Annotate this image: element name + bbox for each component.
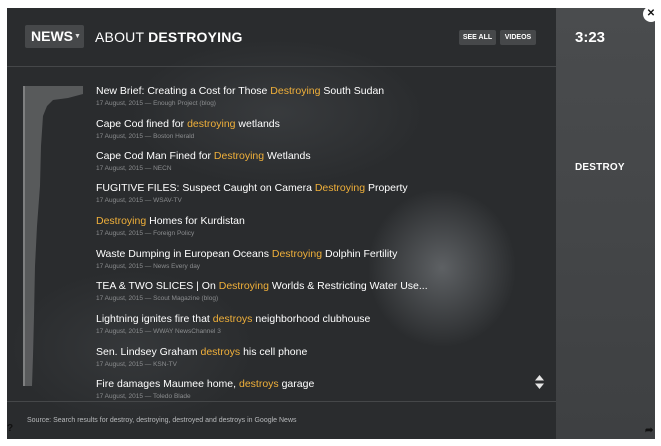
- title-text: his cell phone: [240, 346, 308, 358]
- highlighted-term: destroying: [187, 118, 236, 130]
- item-meta: 17 August, 2015 — Foreign Policy: [96, 230, 195, 237]
- page-title: ABOUT DESTROYING: [95, 29, 243, 45]
- title-text: Cape Cod fined for: [96, 118, 188, 130]
- title-text: New Brief: Creating a Cost for Those: [96, 85, 271, 97]
- footer-divider: [7, 401, 556, 402]
- side-panel: [556, 8, 655, 439]
- list-item[interactable]: FUGITIVE FILES: Suspect Caught on Camera…: [96, 182, 536, 205]
- title-text: Worlds & Restricting Water Use...: [268, 280, 428, 292]
- time-display: 3:23: [575, 29, 606, 46]
- title-text: Waste Dumping in European Oceans: [96, 248, 272, 260]
- word-frequency-visualization: [23, 86, 83, 386]
- close-icon[interactable]: ✕: [643, 6, 659, 22]
- list-item[interactable]: Sen. Lindsey Graham destroys his cell ph…: [96, 346, 536, 369]
- news-window: NEWS ▼ ABOUT DESTROYING SEE ALL VIDEOS 3…: [7, 8, 655, 439]
- news-label: NEWS: [31, 28, 73, 44]
- item-meta: 17 August, 2015 — Toledo Blade: [96, 393, 191, 400]
- highlighted-term: Destroying: [96, 215, 147, 227]
- title-text: Sen. Lindsey Graham: [96, 346, 201, 358]
- videos-button[interactable]: VIDEOS: [500, 30, 536, 45]
- highlighted-term: Destroying: [218, 280, 269, 292]
- highlighted-term: Destroying: [271, 248, 323, 260]
- item-title[interactable]: Destroying Homes for Kurdistan: [96, 215, 536, 228]
- highlighted-term: destroys: [238, 378, 279, 390]
- item-meta: 17 August, 2015 — WWAY NewsChannel 3: [96, 328, 221, 335]
- highlighted-term: destroys: [212, 313, 253, 325]
- list-item[interactable]: Cape Cod fined for destroying wetlands 1…: [96, 118, 536, 141]
- list-item[interactable]: Destroying Homes for Kurdistan 17 August…: [96, 215, 536, 238]
- news-menu-button[interactable]: NEWS ▼: [25, 25, 84, 48]
- title-text: TEA & TWO SLICES | On: [96, 280, 219, 292]
- title-text: Fire damages Maumee home,: [96, 378, 239, 390]
- item-meta: 17 August, 2015 — News Every day: [96, 263, 201, 270]
- item-meta: 17 August, 2015 — Scout Magazine (blog): [96, 295, 219, 302]
- question-icon[interactable]: ?: [7, 423, 13, 434]
- item-meta: 17 August, 2015 — WSAV-TV: [96, 197, 182, 204]
- title-text: Wetlands: [264, 150, 311, 162]
- header-bar: NEWS ▼ ABOUT DESTROYING SEE ALL VIDEOS: [7, 8, 556, 67]
- title-text: wetlands: [235, 118, 280, 130]
- title-text: garage: [278, 378, 315, 390]
- item-title[interactable]: New Brief: Creating a Cost for Those Des…: [96, 85, 536, 98]
- highlighted-term: Destroying: [314, 182, 366, 194]
- item-meta: 17 August, 2015 — KSN-TV: [96, 361, 177, 368]
- highlighted-term: destroys: [200, 346, 241, 358]
- item-title[interactable]: Lightning ignites fire that destroys nei…: [96, 313, 536, 326]
- title-term: DESTROYING: [148, 29, 243, 45]
- list-item[interactable]: Cape Cod Man Fined for Destroying Wetlan…: [96, 150, 536, 173]
- item-title[interactable]: Waste Dumping in European Oceans Destroy…: [96, 248, 536, 261]
- source-note: Source: Search results for destroy, dest…: [27, 417, 297, 424]
- item-title[interactable]: Cape Cod fined for destroying wetlands: [96, 118, 536, 131]
- title-text: Cape Cod Man Fined for: [96, 150, 214, 162]
- list-item[interactable]: Waste Dumping in European Oceans Destroy…: [96, 248, 536, 271]
- item-title[interactable]: Fire damages Maumee home, destroys garag…: [96, 378, 536, 391]
- list-item[interactable]: New Brief: Creating a Cost for Those Des…: [96, 85, 536, 108]
- item-meta: 17 August, 2015 — NECN: [96, 165, 172, 172]
- item-title[interactable]: TEA & TWO SLICES | On Destroying Worlds …: [96, 280, 536, 293]
- item-meta: 17 August, 2015 — Boston Herald: [96, 133, 195, 140]
- highlighted-term: Destroying: [270, 85, 321, 97]
- item-title[interactable]: Sen. Lindsey Graham destroys his cell ph…: [96, 346, 536, 359]
- title-text: Lightning ignites fire that: [96, 313, 213, 325]
- title-prefix: ABOUT: [95, 29, 144, 45]
- title-text: South Sudan: [320, 85, 385, 97]
- item-title[interactable]: FUGITIVE FILES: Suspect Caught on Camera…: [96, 182, 536, 195]
- title-text: Homes for Kurdistan: [146, 215, 245, 227]
- current-word-label: DESTROY: [575, 162, 625, 173]
- title-text: Dolphin Fertility: [322, 248, 398, 260]
- list-item[interactable]: Lightning ignites fire that destroys nei…: [96, 313, 536, 336]
- item-meta: 17 August, 2015 — Enough Project (blog): [96, 100, 216, 107]
- see-all-button[interactable]: SEE ALL: [459, 30, 496, 45]
- list-item[interactable]: TEA & TWO SLICES | On Destroying Worlds …: [96, 280, 536, 303]
- title-text: neighborhood clubhouse: [252, 313, 371, 325]
- caret-down-icon: ▼: [74, 33, 81, 40]
- title-text: FUGITIVE FILES: Suspect Caught on Camera: [96, 182, 315, 194]
- list-item[interactable]: Fire damages Maumee home, destroys garag…: [96, 378, 536, 401]
- title-text: Property: [365, 182, 408, 194]
- up-down-arrows-icon[interactable]: [535, 375, 544, 389]
- highlighted-term: Destroying: [213, 150, 265, 162]
- share-arrow-icon[interactable]: ➦: [645, 425, 653, 436]
- item-title[interactable]: Cape Cod Man Fined for Destroying Wetlan…: [96, 150, 536, 163]
